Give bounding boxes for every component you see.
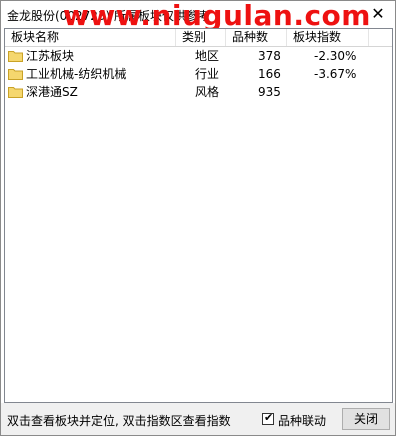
- sector-category: 风格: [195, 85, 220, 99]
- sector-category: 行业: [195, 67, 220, 81]
- sector-count: 935: [258, 85, 281, 99]
- sector-count: 378: [258, 49, 281, 63]
- table-row[interactable]: 深港通SZ 风格 935: [5, 83, 392, 101]
- column-header-count[interactable]: 品种数: [226, 29, 287, 46]
- column-header-name[interactable]: 板块名称: [5, 29, 176, 46]
- sector-name: 江苏板块: [26, 49, 75, 63]
- sector-index[interactable]: -3.67%: [314, 65, 356, 83]
- close-button[interactable]: 关闭: [342, 408, 390, 430]
- checkmark-icon: ✔: [264, 411, 274, 424]
- folder-icon: [8, 51, 23, 62]
- column-header-category[interactable]: 类别: [176, 29, 226, 46]
- sector-index[interactable]: -2.30%: [314, 47, 356, 65]
- sector-category: 地区: [195, 49, 220, 63]
- sector-name: 深港通SZ: [26, 85, 78, 99]
- footer-bar: 双击查看板块并定位, 双击指数区查看指数 ✔ 品种联动 关闭: [1, 403, 395, 435]
- table-row[interactable]: 工业机械-纺织机械 行业 166 -3.67%: [5, 65, 392, 83]
- sector-list[interactable]: 板块名称 类别 品种数 板块指数 江苏板块 地区 378 -2.30% 工业机械…: [4, 28, 393, 403]
- title-bar: 金龙股份(002723) 所属板块仅供参考 www.niugulan.com ✕: [1, 0, 395, 32]
- sector-count: 166: [258, 67, 281, 81]
- dialog-window: 金龙股份(002723) 所属板块仅供参考 www.niugulan.com ✕…: [0, 0, 396, 436]
- linkage-checkbox-label[interactable]: 品种联动: [278, 412, 326, 429]
- linkage-checkbox[interactable]: ✔: [262, 411, 274, 425]
- list-header: 板块名称 类别 品种数 板块指数: [5, 29, 392, 47]
- folder-icon: [8, 87, 23, 98]
- folder-icon: [8, 69, 23, 80]
- column-header-index[interactable]: 板块指数: [287, 29, 369, 46]
- close-icon[interactable]: ✕: [369, 5, 387, 23]
- table-row[interactable]: 江苏板块 地区 378 -2.30%: [5, 47, 392, 65]
- sector-name: 工业机械-纺织机械: [26, 67, 127, 81]
- usage-hint: 双击查看板块并定位, 双击指数区查看指数: [7, 414, 231, 428]
